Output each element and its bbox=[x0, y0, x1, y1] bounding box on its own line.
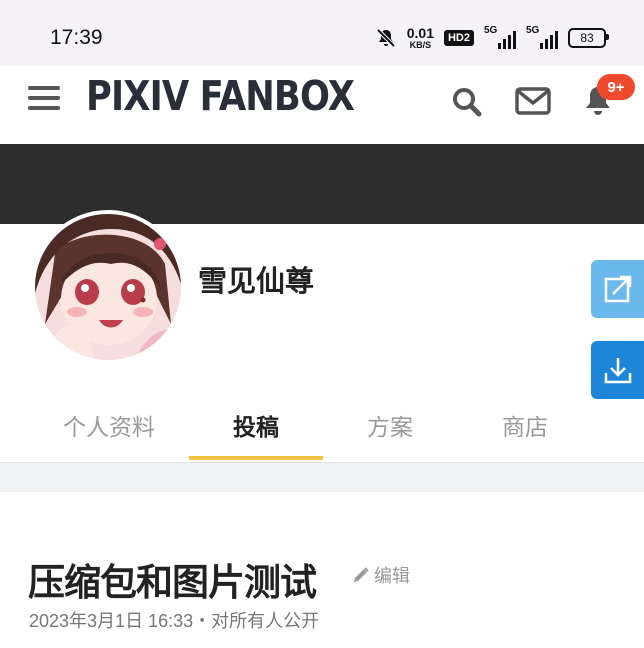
status-bar: 17:39 0.01 KB/S HD2 5G 5G 83 bbox=[0, 0, 644, 66]
status-icons: 0.01 KB/S HD2 5G 5G 83 bbox=[375, 24, 609, 52]
app-header: PIXIV FANBOX bbox=[0, 66, 644, 144]
external-link-icon bbox=[604, 275, 632, 303]
tab-plans[interactable]: 方案 bbox=[323, 408, 457, 442]
avatar[interactable] bbox=[31, 210, 185, 364]
mail-icon[interactable] bbox=[515, 87, 551, 115]
menu-icon[interactable] bbox=[28, 86, 60, 112]
hd-voice-indicator: HD2 bbox=[443, 30, 474, 46]
open-external-button[interactable] bbox=[591, 260, 644, 318]
fanbox-logo[interactable]: PIXIV FANBOX bbox=[86, 72, 355, 120]
edit-label: 编辑 bbox=[374, 566, 410, 587]
post-meta: 2023年3月1日 16:33・对所有人公开 bbox=[29, 611, 320, 631]
mute-bell-icon bbox=[376, 28, 396, 48]
pencil-icon bbox=[354, 567, 369, 582]
signal-icon: 5G bbox=[484, 25, 516, 49]
tab-posts[interactable]: 投稿 bbox=[189, 408, 323, 442]
net-speed-value: 0.01 bbox=[406, 24, 434, 41]
edit-button[interactable]: 编辑 bbox=[352, 562, 410, 588]
battery-level: 83 bbox=[580, 31, 594, 45]
avatar-illustration bbox=[35, 214, 181, 360]
tab-shop[interactable]: 商店 bbox=[458, 408, 592, 442]
status-time: 17:39 bbox=[50, 26, 103, 49]
active-tab-indicator bbox=[189, 456, 323, 460]
battery-icon: 83 bbox=[568, 28, 609, 48]
sim1-label: 5G bbox=[484, 25, 498, 36]
section-divider bbox=[0, 463, 644, 492]
download-button[interactable] bbox=[591, 341, 644, 399]
net-speed: 0.01 KB/S bbox=[406, 24, 434, 50]
tab-profile[interactable]: 个人资料 bbox=[42, 408, 176, 442]
post-title[interactable]: 压缩包和图片测试 bbox=[28, 552, 317, 606]
search-icon[interactable] bbox=[451, 86, 483, 118]
net-speed-unit: KB/S bbox=[409, 39, 432, 50]
profile-tabs: 个人资料 投稿 方案 商店 bbox=[0, 400, 644, 463]
sim2-label: 5G bbox=[526, 25, 540, 36]
creator-name[interactable]: 雪见仙尊 bbox=[198, 258, 314, 300]
signal-icon-2: 5G bbox=[526, 25, 558, 49]
download-icon bbox=[604, 358, 632, 384]
notification-badge: 9+ bbox=[597, 74, 635, 100]
